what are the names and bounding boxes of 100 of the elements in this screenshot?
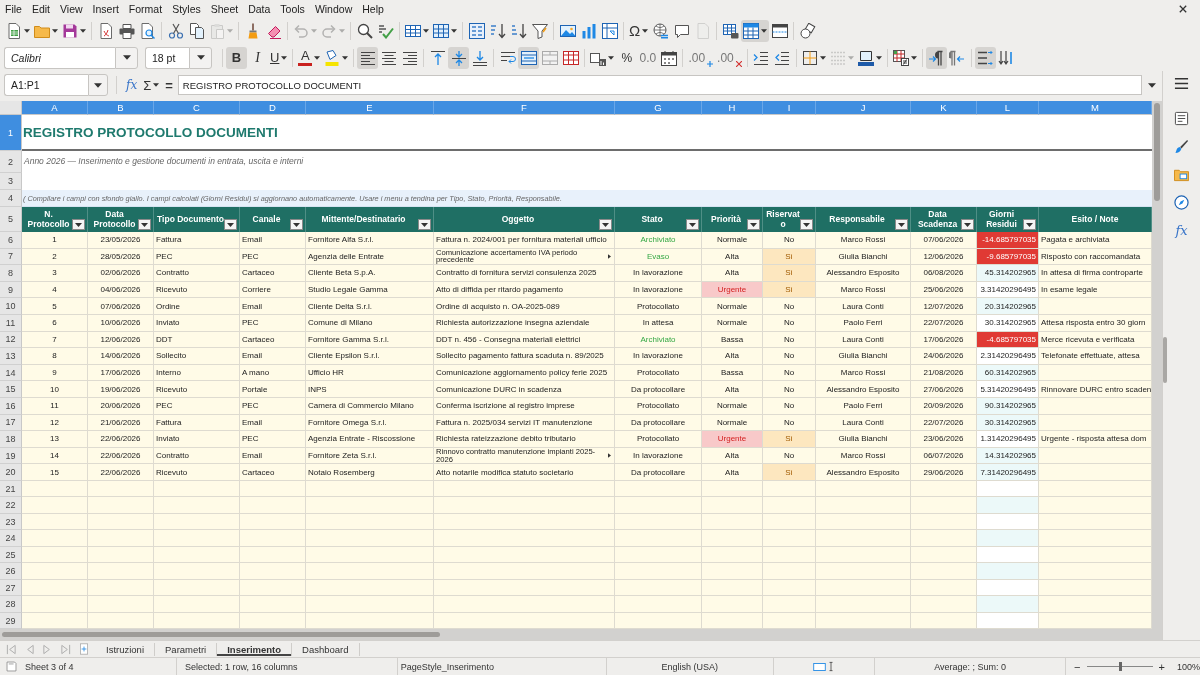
table-cell: Urgente — [702, 431, 763, 448]
row-header[interactable]: 5 — [0, 207, 22, 232]
formula-input[interactable]: REGISTRO PROTOCOLLO DOCUMENTI — [177, 75, 1142, 95]
sheet-tab[interactable]: Istruzioni — [96, 642, 155, 656]
caret-icon — [847, 55, 854, 60]
menu-item[interactable]: Data — [243, 2, 276, 15]
filter-button[interactable] — [1023, 219, 1036, 230]
filter-button[interactable] — [895, 219, 908, 230]
zoom-in-button[interactable]: + — [1156, 660, 1167, 673]
freeze-button[interactable] — [741, 19, 770, 42]
close-icon[interactable] — [1179, 4, 1187, 13]
vertical-scrollbar[interactable] — [1152, 101, 1162, 629]
selection-mode-icon[interactable] — [813, 662, 827, 671]
sidebar-handle[interactable] — [1163, 337, 1167, 383]
row-header[interactable]: 22 — [0, 497, 22, 514]
filter-button[interactable] — [72, 219, 85, 230]
language[interactable]: English (USA) — [661, 661, 718, 672]
row-header[interactable]: 26 — [0, 563, 22, 580]
horizontal-scrollbar[interactable] — [0, 629, 1162, 640]
row-header[interactable]: 10 — [0, 298, 22, 315]
font-size-field[interactable]: 18 pt — [145, 46, 189, 69]
delete-decimal-button[interactable]: .00 — [715, 46, 744, 69]
sum-button[interactable]: Σ — [140, 75, 163, 95]
save-icon — [62, 22, 78, 39]
filter-button[interactable] — [961, 219, 974, 230]
functions-button[interactable]: fx — [1175, 223, 1188, 238]
font-name-field[interactable]: Calibri — [4, 46, 115, 69]
menu-item[interactable]: Format — [123, 2, 168, 15]
filter-button[interactable] — [686, 219, 699, 230]
menu-item[interactable]: Styles — [167, 2, 206, 15]
table-cell: Richiesta rateizzazione debito tributario — [434, 431, 615, 448]
number-button[interactable]: 0.0 — [637, 46, 659, 69]
filter-button[interactable] — [290, 219, 303, 230]
menu-item[interactable]: Help — [357, 2, 389, 15]
slider-thumb[interactable] — [1118, 662, 1122, 671]
left-to-right-button[interactable] — [925, 46, 947, 69]
row-header[interactable]: 4 — [0, 190, 22, 207]
zoom-percent[interactable]: 100% — [1176, 661, 1200, 672]
menu-item[interactable]: Edit — [26, 2, 55, 15]
filter-button[interactable] — [599, 219, 612, 230]
row-header[interactable]: 24 — [0, 530, 22, 547]
caret-icon — [421, 222, 428, 227]
menu-item[interactable]: Insert — [87, 2, 124, 15]
filter-button[interactable] — [224, 219, 237, 230]
filter-button[interactable] — [138, 219, 151, 230]
menu-item[interactable]: Window — [309, 2, 358, 15]
menu-icon[interactable] — [1174, 76, 1189, 91]
menu-item[interactable]: Tools — [275, 2, 310, 15]
compass-icon[interactable] — [1174, 195, 1189, 210]
zoom-out-button[interactable]: − — [1072, 660, 1083, 673]
underline-button[interactable]: U — [268, 46, 290, 69]
table-cell: 1 — [22, 232, 88, 249]
sheet-tab[interactable]: Parametri — [155, 642, 218, 656]
bold-button[interactable]: B — [226, 46, 247, 69]
menu-item[interactable]: Sheet — [205, 2, 244, 15]
name-box[interactable]: A1:P1 — [4, 74, 88, 96]
text-cursor-icon[interactable] — [828, 661, 835, 672]
caret-icon[interactable] — [1148, 82, 1156, 88]
row-header[interactable]: 18 — [0, 431, 22, 448]
dropdown-button[interactable] — [88, 74, 108, 96]
dropdown-button[interactable] — [115, 46, 138, 69]
sheet-tab[interactable]: Dashboard — [292, 642, 360, 656]
row-header[interactable]: 6 — [0, 232, 22, 249]
row-header[interactable]: 28 — [0, 596, 22, 613]
formula-button[interactable]: = — [162, 75, 176, 95]
row-header[interactable]: 8 — [0, 265, 22, 282]
filter-button[interactable] — [747, 219, 760, 230]
align-middle-icon — [450, 49, 467, 66]
row-header[interactable]: 15 — [0, 381, 22, 398]
column-title: Esito / Note — [1071, 214, 1119, 225]
horizontal-text-button[interactable] — [974, 46, 996, 69]
font-color-button[interactable]: A — [296, 46, 323, 69]
brush-icon[interactable] — [1174, 139, 1189, 154]
page-style[interactable]: PageStyle_Inserimento — [400, 661, 494, 672]
function-wizard-button[interactable]: fx — [123, 75, 141, 95]
document-lines-icon[interactable] — [1174, 111, 1189, 126]
caret-icon — [314, 55, 321, 60]
row-header[interactable]: 13 — [0, 348, 22, 365]
sort-icon — [468, 22, 485, 39]
merge-center-button[interactable] — [518, 46, 540, 69]
copy-icon — [188, 22, 205, 39]
italic-button[interactable]: I — [247, 46, 268, 69]
filter-button[interactable] — [418, 219, 431, 230]
center-vertically-button[interactable] — [448, 46, 470, 69]
row-header[interactable]: 3 — [0, 173, 22, 190]
sheet-tab[interactable]: Inserimento — [217, 642, 293, 656]
percent-button[interactable]: % — [616, 46, 638, 69]
special-character-button[interactable]: Ω — [627, 19, 651, 42]
menu-item[interactable]: File — [0, 2, 27, 15]
table-cell: Telefonate effettuate, attesa — [1039, 348, 1152, 365]
filter-button[interactable] — [800, 219, 813, 230]
column-title: Priorità — [711, 214, 741, 225]
folder-image-icon[interactable] — [1174, 167, 1189, 182]
add-decimal-button[interactable]: .00 — [686, 46, 716, 69]
row-header[interactable]: 2 — [0, 151, 22, 173]
row-header[interactable]: 20 — [0, 464, 22, 481]
table-cell — [88, 563, 154, 580]
menu-item[interactable]: View — [55, 2, 88, 15]
dropdown-button[interactable] — [189, 46, 212, 69]
align-left-button[interactable] — [357, 46, 379, 69]
